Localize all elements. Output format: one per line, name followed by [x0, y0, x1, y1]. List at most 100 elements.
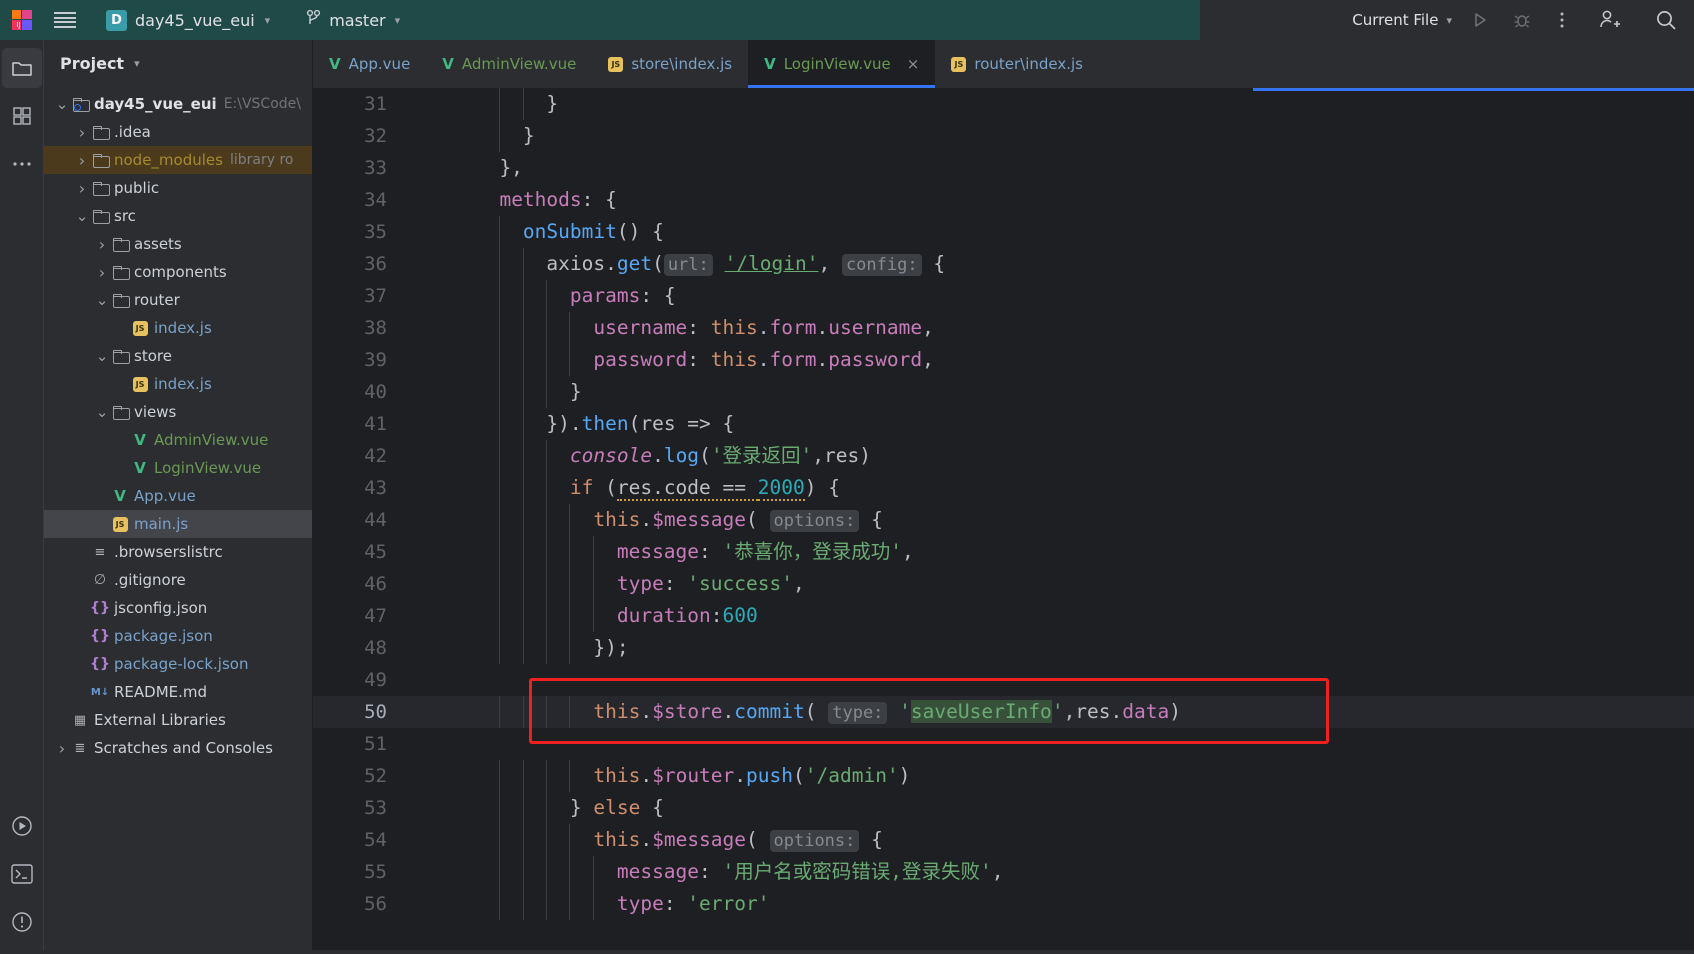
tree-item-app-vue[interactable]: V App.vue	[44, 482, 312, 510]
close-icon[interactable]: ×	[907, 55, 920, 73]
code-line[interactable]: 39 password: this.form.password,	[313, 344, 1694, 376]
branch-selector[interactable]: master ▾	[306, 0, 400, 40]
tree-item-gitignore[interactable]: ∅ .gitignore	[44, 566, 312, 594]
chevron-down-icon[interactable]: ⌄	[94, 405, 110, 420]
code-line[interactable]: 47 duration:600	[313, 600, 1694, 632]
code-line[interactable]: 56 type: 'error'	[313, 888, 1694, 920]
tab-loginview-vue[interactable]: V LoginView.vue ×	[748, 40, 936, 88]
chevron-right-icon[interactable]: ›	[74, 151, 90, 170]
code-line[interactable]: 51	[313, 728, 1694, 760]
tree-item-loginview-vue[interactable]: V LoginView.vue	[44, 454, 312, 482]
code-line[interactable]: 53 } else {	[313, 792, 1694, 824]
project-selector[interactable]: D day45_vue_eui ▾	[100, 0, 276, 40]
code-content[interactable]: 31 } 32 } 33 }, 34 methods: {35 onSubmit() …	[313, 88, 1694, 954]
project-tree[interactable]: ⌄ day45_vue_eui E:\VSCode\ › .idea › node_modu…	[44, 86, 312, 762]
chevron-right-icon[interactable]: ›	[74, 123, 90, 142]
code-line[interactable]: 32 }	[313, 120, 1694, 152]
indent-guide	[546, 472, 547, 504]
code-line[interactable]: 49	[313, 664, 1694, 696]
code-line[interactable]: 38 username: this.form.username,	[313, 312, 1694, 344]
code-line[interactable]: 40 }	[313, 376, 1694, 408]
run-config-selector[interactable]: Current File ▾	[1352, 0, 1452, 40]
tree-item-store[interactable]: ⌄ store	[44, 342, 312, 370]
tree-item-assets[interactable]: › assets	[44, 230, 312, 258]
code-line[interactable]: 34 methods: {	[313, 184, 1694, 216]
tree-item-node-modules[interactable]: › node_modules library ro	[44, 146, 312, 174]
project-badge: D	[106, 9, 127, 31]
tree-item-package-json[interactable]: {} package.json	[44, 622, 312, 650]
code-line[interactable]: 33 },	[313, 152, 1694, 184]
code-editor[interactable]: 31 } 32 } 33 }, 34 methods: {35 onSubmit() …	[313, 88, 1694, 954]
add-user-icon[interactable]	[1582, 0, 1638, 40]
code-line[interactable]: 50 this.$store.commit( type: 'saveUserIn…	[313, 696, 1694, 728]
run-icon[interactable]	[1458, 0, 1502, 40]
code-token: this	[593, 828, 641, 851]
tree-item-jsconfig-json[interactable]: {} jsconfig.json	[44, 594, 312, 622]
chevron-down-icon[interactable]: ⌄	[54, 97, 70, 112]
tree-item-day45-vue-eui[interactable]: ⌄ day45_vue_eui E:\VSCode\	[44, 90, 312, 118]
code-line[interactable]: 45 message: '恭喜你，登录成功',	[313, 536, 1694, 568]
tree-item-router-index-js[interactable]: JS index.js	[44, 314, 312, 342]
code-line[interactable]: 44 this.$message( options: {	[313, 504, 1694, 536]
tab-label: App.vue	[348, 55, 411, 73]
code-line[interactable]: 55 message: '用户名或密码错误,登录失败',	[313, 856, 1694, 888]
chevron-down-icon[interactable]: ⌄	[74, 209, 90, 224]
tree-item-router[interactable]: ⌄ router	[44, 286, 312, 314]
project-panel-header[interactable]: Project ▾	[44, 40, 312, 86]
code-line[interactable]: 35 onSubmit() {	[313, 216, 1694, 248]
tree-item-readme-md[interactable]: M↓ README.md	[44, 678, 312, 706]
debug-icon[interactable]	[1502, 0, 1542, 40]
main-menu-icon[interactable]	[54, 12, 76, 28]
project-tool-icon[interactable]	[1, 48, 42, 88]
tree-item-public[interactable]: › public	[44, 174, 312, 202]
tree-item-src[interactable]: ⌄ src	[44, 202, 312, 230]
chevron-right-icon[interactable]: ›	[54, 739, 70, 758]
code-line[interactable]: 36 axios.get(url: '/login', config: {	[313, 248, 1694, 280]
code-token: .	[640, 828, 653, 851]
tree-item-scratches-and-consoles[interactable]: › ≣ Scratches and Consoles	[44, 734, 312, 762]
tree-item-components[interactable]: › components	[44, 258, 312, 286]
tab-router-index-js[interactable]: JS router\index.js	[935, 40, 1099, 88]
chevron-down-icon[interactable]: ▾	[134, 57, 140, 70]
code-line[interactable]: 54 this.$message( options: {	[313, 824, 1694, 856]
search-icon[interactable]	[1638, 0, 1694, 40]
indent-guide	[569, 824, 571, 856]
code-token: ,	[922, 316, 934, 339]
indent-guide	[522, 408, 524, 440]
code-line[interactable]: 37 params: {	[313, 280, 1694, 312]
terminal-tool-icon[interactable]	[2, 854, 42, 894]
folder-icon	[110, 406, 130, 420]
tree-item-main-js[interactable]: JS main.js	[44, 510, 312, 538]
tree-item-idea[interactable]: › .idea	[44, 118, 312, 146]
tree-item-views[interactable]: ⌄ views	[44, 398, 312, 426]
tab-app-vue[interactable]: V App.vue	[313, 40, 426, 88]
code-line[interactable]: 41 }).then(res => {	[313, 408, 1694, 440]
tree-item-browserslistrc[interactable]: ≡ .browserslistrc	[44, 538, 312, 566]
chevron-down-icon[interactable]: ⌄	[94, 349, 110, 364]
code-line[interactable]: 46 type: 'success',	[313, 568, 1694, 600]
tree-item-adminview-vue[interactable]: V AdminView.vue	[44, 426, 312, 454]
tab-store-index-js[interactable]: JS store\index.js	[592, 40, 748, 88]
code-token: '用户名或密码错误,登录失败'	[722, 860, 992, 883]
editor-tab-bar[interactable]: V App.vue V AdminView.vue JS store\index.js V L…	[313, 40, 1694, 88]
more-tool-icon[interactable]	[2, 144, 42, 184]
chevron-right-icon[interactable]: ›	[74, 179, 90, 198]
indent-guide	[592, 600, 594, 632]
problems-tool-icon[interactable]	[2, 902, 42, 942]
tree-item-external-libraries[interactable]: ▦ External Libraries	[44, 706, 312, 734]
chevron-down-icon[interactable]: ⌄	[94, 293, 110, 308]
tree-item-store-index-js[interactable]: JS index.js	[44, 370, 312, 398]
code-line[interactable]: 42 console.log('登录返回',res)	[313, 440, 1694, 472]
run-tool-icon[interactable]	[2, 806, 42, 846]
chevron-right-icon[interactable]: ›	[94, 235, 110, 254]
code-line[interactable]: 43 if (res.code == 2000) {	[313, 472, 1694, 504]
tab-adminview-vue[interactable]: V AdminView.vue	[426, 40, 592, 88]
chevron-right-icon[interactable]: ›	[94, 263, 110, 282]
tree-item-package-lock-json[interactable]: {} package-lock.json	[44, 650, 312, 678]
commit-tool-icon[interactable]	[2, 96, 42, 136]
code-line[interactable]: 52 this.$router.push('/admin')	[313, 760, 1694, 792]
code-line[interactable]: 31 }	[313, 88, 1694, 120]
more-vertical-icon[interactable]	[1542, 0, 1582, 40]
indent-guide	[546, 888, 547, 920]
code-line[interactable]: 48 });	[313, 632, 1694, 664]
